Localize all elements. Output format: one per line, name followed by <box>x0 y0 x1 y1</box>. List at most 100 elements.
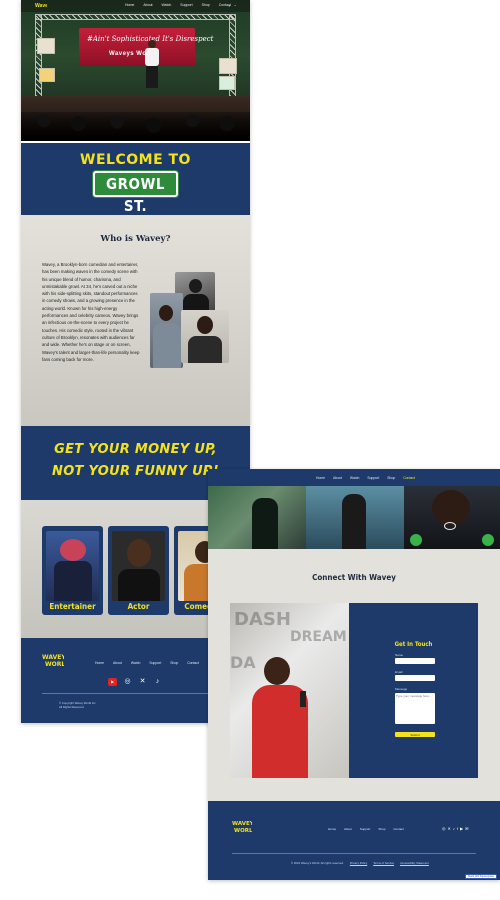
footer-legal: © 2024 Wavey's World. All rights reserve… <box>291 861 429 865</box>
search-icon[interactable]: ⌕ <box>228 3 230 8</box>
name-label: Name <box>395 653 404 657</box>
footer-link-shop[interactable]: Shop <box>170 661 178 665</box>
role-card-actor[interactable]: Actor <box>108 526 169 615</box>
about-section: Who is Wavey? Wavey, a Brooklyn-born com… <box>21 215 250 426</box>
email-icon[interactable]: ✉ <box>465 826 468 831</box>
x-icon[interactable]: ✕ <box>138 678 147 686</box>
wavey-photo-portrait <box>150 293 183 368</box>
footer-links: Home About Support Shop Contact <box>328 827 404 831</box>
welcome-title: WELCOME TO <box>80 152 191 168</box>
slogan-line-1: GET YOUR MONEY UP, <box>54 442 217 457</box>
podcast-photo: DASH DREAM DA <box>230 603 349 778</box>
footer-link-watch[interactable]: Watch <box>131 661 140 665</box>
privacy-link[interactable]: Privacy Policy <box>350 861 367 865</box>
hero-section: #Ain't Sophisticated It's Disrespect Wav… <box>21 0 250 141</box>
nav-link-support[interactable]: Support <box>180 3 192 7</box>
nav-link-shop[interactable]: Shop <box>387 476 395 480</box>
nav-link-home[interactable]: Home <box>316 476 325 480</box>
footer-links: Home About Watch Support Shop Contact <box>95 661 199 665</box>
facebook-icon[interactable]: f <box>457 826 458 831</box>
entertainer-image <box>46 531 99 601</box>
footer-link-home[interactable]: Home <box>95 661 104 665</box>
name-field[interactable] <box>395 658 435 664</box>
contact-top-nav: Home About Watch Support Shop Contact <box>208 469 500 486</box>
nav-link-about[interactable]: About <box>143 3 152 7</box>
rights-line: All Rights Reserved. <box>59 705 85 709</box>
nav-link-watch[interactable]: Watch <box>350 476 359 480</box>
nav-icons: ⌕ ◔ <box>228 3 236 8</box>
role-card-entertainer[interactable]: Entertainer <box>42 526 103 615</box>
stage-cube <box>219 58 237 74</box>
email-label: Email <box>395 670 403 674</box>
audience-silhouettes <box>21 112 250 141</box>
about-text: Wavey, a Brooklyn-born comedian and ente… <box>42 262 140 362</box>
footer-link-support[interactable]: Support <box>149 661 161 665</box>
banner-photo-1 <box>208 486 306 549</box>
svg-text:WORLD: WORLD <box>45 661 64 668</box>
street-sign-text: GROWL ST. <box>106 175 165 215</box>
message-label: Message <box>395 687 408 691</box>
connect-title: Connect With Wavey <box>312 573 396 582</box>
nav-link-contact[interactable]: Contact <box>403 476 415 480</box>
nav-link-watch[interactable]: Watch <box>162 3 172 7</box>
footer-social: ▶ ◎ ✕ ♪ <box>108 678 162 686</box>
submit-button[interactable]: Submit <box>395 732 435 737</box>
message-field[interactable] <box>395 693 435 724</box>
footer-link-support[interactable]: Support <box>360 827 371 831</box>
wavey-world-logo[interactable]: WAVEY'S WORLD <box>232 819 252 834</box>
footer-divider <box>232 853 476 854</box>
banner-photo-2 <box>306 486 404 549</box>
footer-link-home[interactable]: Home <box>328 827 336 831</box>
footer-link-contact[interactable]: Contact <box>393 827 403 831</box>
nav-link-about[interactable]: About <box>333 476 342 480</box>
email-field[interactable] <box>395 675 435 681</box>
nav-link-shop[interactable]: Shop <box>202 3 210 7</box>
form-title: Get In Touch <box>394 641 433 648</box>
stage-cube <box>219 76 235 90</box>
wavey-photo-smiling <box>181 310 229 363</box>
stage-truss-top <box>35 14 236 20</box>
contact-nav-links: Home About Watch Support Shop Contact <box>316 476 415 480</box>
squarespace-badge[interactable]: Made with Squarespace <box>465 874 497 879</box>
x-icon[interactable]: ✕ <box>448 826 451 831</box>
instagram-icon[interactable]: ◎ <box>123 678 132 686</box>
performer-figure <box>143 40 161 88</box>
user-icon[interactable]: ◔ <box>234 3 236 8</box>
stage-cube <box>37 38 55 54</box>
role-label: Actor <box>127 602 150 611</box>
nav-link-home[interactable]: Home <box>125 3 134 7</box>
nav-links: Home About Watch Support Shop Contact <box>125 3 231 7</box>
footer-link-shop[interactable]: Shop <box>378 827 385 831</box>
footer-social: ◎ ✕ ♪ f ▶ ✉ <box>442 826 468 831</box>
footer-divider <box>42 693 230 694</box>
welcome-section: WELCOME TO GROWL ST. <box>21 143 250 215</box>
youtube-icon[interactable]: ▶ <box>108 678 117 686</box>
role-label: Entertainer <box>49 602 96 611</box>
svg-text:WAVEY'S: WAVEY'S <box>42 654 64 661</box>
banner-photo-3 <box>404 486 500 549</box>
svg-text:WAVEY'S: WAVEY'S <box>232 821 252 827</box>
footer-link-contact[interactable]: Contact <box>187 661 199 665</box>
terms-link[interactable]: Terms of Service <box>373 861 394 865</box>
tiktok-icon[interactable]: ♪ <box>453 826 455 831</box>
top-nav: Wavey's World Home About Watch Support S… <box>21 0 250 12</box>
wavey-world-logo[interactable]: WAVEY'S WORLD <box>42 652 64 668</box>
footer-copyright: © Copyright Wavey World Inc. All Rights … <box>59 701 96 709</box>
footer-link-about[interactable]: About <box>344 827 352 831</box>
nav-link-support[interactable]: Support <box>367 476 379 480</box>
footer-copyright: © 2024 Wavey's World. All rights reserve… <box>291 861 344 865</box>
street-sign: GROWL ST. <box>93 171 178 215</box>
contact-page-screenshot: Home About Watch Support Shop Contact Co… <box>208 469 500 880</box>
tiktok-icon[interactable]: ♪ <box>153 678 162 686</box>
svg-text:WORLD: WORLD <box>234 828 252 834</box>
footer-link-about[interactable]: About <box>113 661 122 665</box>
actor-image <box>112 531 165 601</box>
youtube-icon[interactable]: ▶ <box>460 826 463 831</box>
accessibility-link[interactable]: Accessibility Statement <box>400 861 429 865</box>
stage-cube <box>39 68 55 82</box>
instagram-icon[interactable]: ◎ <box>442 826 446 831</box>
contact-footer: WAVEY'S WORLD Home About Support Shop Co… <box>208 801 500 880</box>
about-title: Who is Wavey? <box>100 234 171 244</box>
stage-banner: #Ain't Sophisticated It's Disrespect Wav… <box>79 28 213 66</box>
nav-logo[interactable]: Wavey's World <box>35 2 47 10</box>
